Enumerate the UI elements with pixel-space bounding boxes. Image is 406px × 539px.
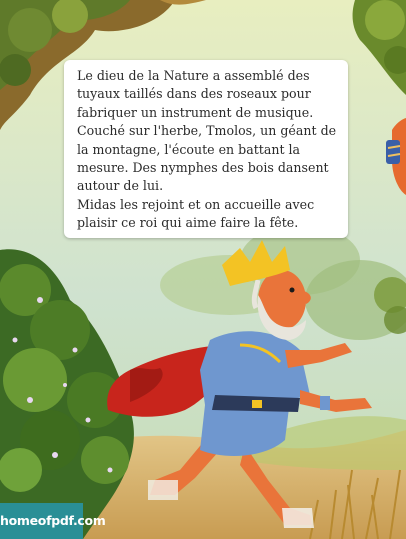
story-paragraph-1: Le dieu de la Nature a assemblé des tuya…	[77, 68, 337, 194]
watermark-badge[interactable]: homeofpdf.com	[0, 503, 106, 539]
story-paragraph-2: Midas les rejoint et on accueille avec p…	[77, 196, 315, 231]
story-text-card: Le dieu de la Nature a assemblé des tuya…	[64, 60, 348, 238]
